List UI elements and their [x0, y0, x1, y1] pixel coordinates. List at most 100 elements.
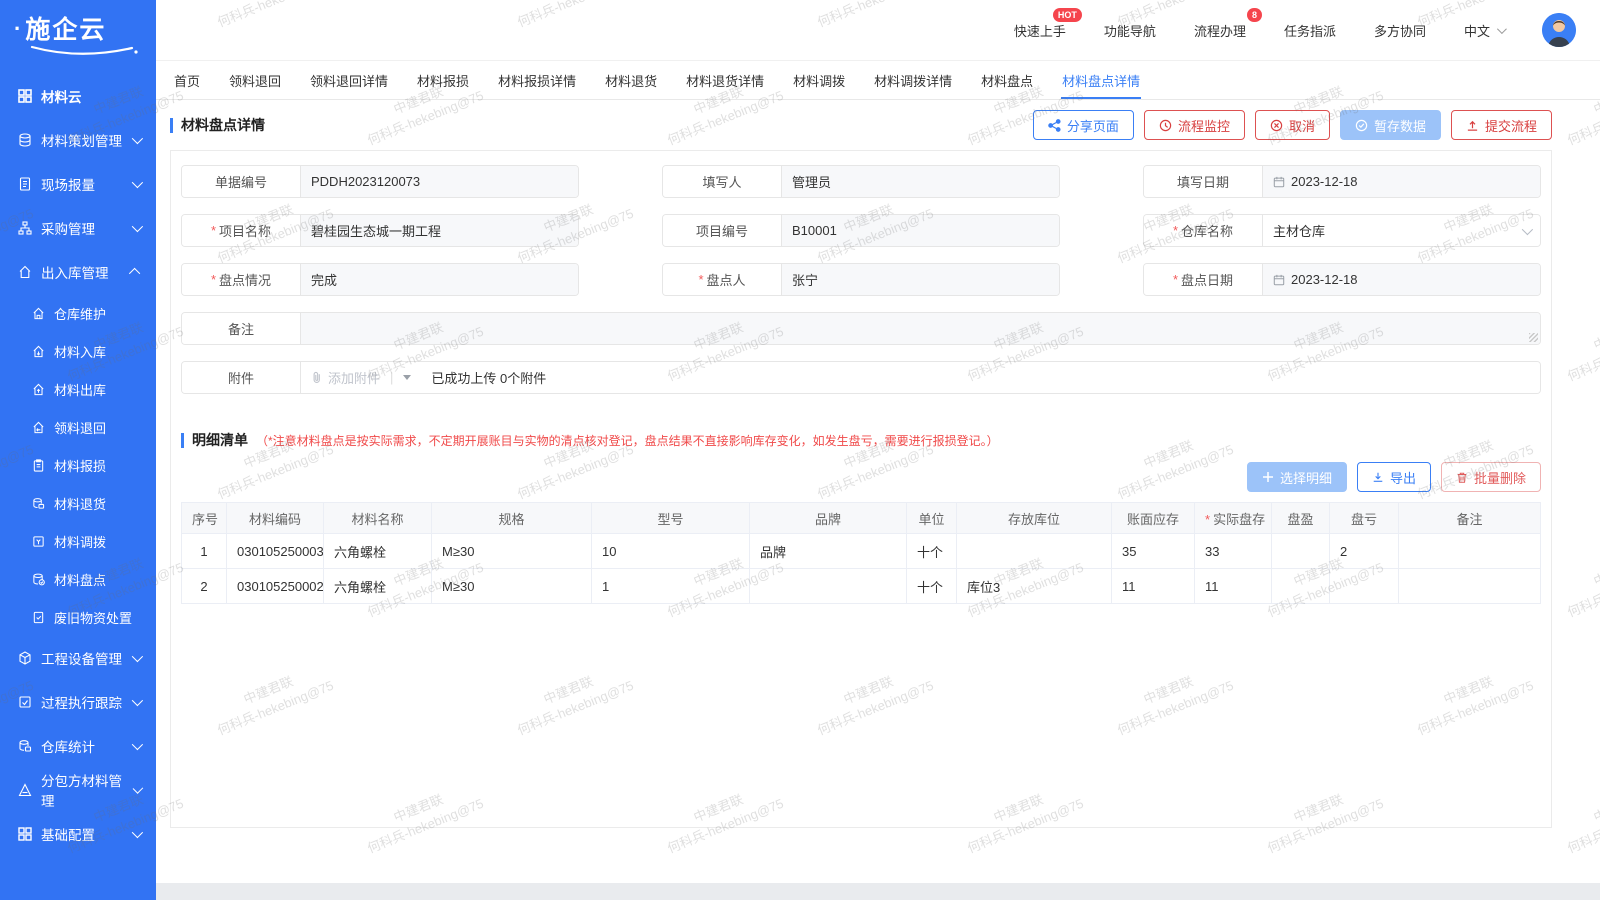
resize-handle[interactable] [1529, 333, 1538, 342]
app-logo: · 施企云 [0, 0, 156, 46]
language-selector[interactable]: 中文 [1464, 21, 1504, 40]
cell-surplus [1272, 534, 1330, 569]
batch-delete-button[interactable]: 批量删除 [1441, 462, 1541, 492]
button-label: 分享页面 [1067, 116, 1119, 135]
cell-actual-stock: 33 [1195, 534, 1272, 569]
project-code-input[interactable]: B10001 [782, 215, 1059, 246]
tab-material-damage-detail[interactable]: 材料报损详情 [497, 63, 577, 99]
field-label-text: 备注 [228, 319, 254, 338]
nav-quick-start[interactable]: 快速上手 HOT [1014, 21, 1066, 40]
tab-material-damage[interactable]: 材料报损 [416, 63, 470, 99]
paperclip-icon [311, 371, 323, 384]
cancel-button[interactable]: 取消 [1255, 110, 1330, 140]
caret-down-icon[interactable] [403, 375, 411, 380]
project-name-input[interactable]: 碧桂园生态城一期工程 [301, 215, 578, 246]
field-label: 填写日期 [1144, 166, 1263, 197]
sidebar-item-basic-config[interactable]: 基础配置 [0, 812, 156, 856]
sidebar-item-equipment[interactable]: 工程设备管理 [0, 636, 156, 680]
col-surplus: 盘盈 [1272, 503, 1330, 534]
nav-task-assign[interactable]: 任务指派 [1284, 21, 1336, 40]
table-header: 序号 材料编码 材料名称 规格 型号 品牌 单位 存放库位 账面应存 *实际盘存… [182, 503, 1541, 534]
tab-picking-return-detail[interactable]: 领料退回详情 [309, 63, 389, 99]
app-root: · 施企云 材料云 材料策划管理 [0, 0, 1600, 900]
warehouse-icon [18, 265, 32, 279]
chevron-down-icon [132, 221, 143, 232]
sidebar-item-material-damage[interactable]: 材料报损 [0, 446, 156, 484]
cell-brand [750, 569, 907, 604]
tab-material-transfer[interactable]: 材料调拨 [792, 63, 846, 99]
sidebar-item-inbound-outbound[interactable]: 出入库管理 [0, 250, 156, 294]
add-attachment-button[interactable]: 添加附件 [311, 368, 380, 387]
save-draft-button[interactable]: 暂存数据 [1340, 110, 1441, 140]
sidebar-item-waste-disposal[interactable]: 废旧物资处置 [0, 598, 156, 636]
sidebar-item-warehouse-maintenance[interactable]: 仓库维护 [0, 294, 156, 332]
calendar-icon [1273, 274, 1285, 286]
chevron-down-icon [132, 739, 143, 750]
col-shortage: 盘亏 [1330, 503, 1399, 534]
share-page-button[interactable]: 分享页面 [1033, 110, 1134, 140]
field-label-text: 项目编号 [696, 221, 748, 240]
sidebar-item-material-planning[interactable]: 材料策划管理 [0, 118, 156, 162]
warehouse-in-icon [32, 345, 45, 358]
cell-spec: M≥30 [432, 569, 592, 604]
page-title: 材料盘点详情 [170, 115, 265, 135]
sidebar-item-label: 废旧物资处置 [54, 608, 132, 627]
cell-material-name: 六角螺栓 [324, 569, 432, 604]
cell-spec: M≥30 [432, 534, 592, 569]
stocktake-date-input[interactable]: 2023-12-18 [1263, 264, 1540, 295]
remark-textarea[interactable] [301, 313, 1540, 344]
bottom-strip [156, 883, 1600, 900]
sidebar-item-material-stocktake[interactable]: 材料盘点 [0, 560, 156, 598]
sidebar-item-label: 现场报量 [41, 174, 95, 194]
sidebar-item-material-inbound[interactable]: 材料入库 [0, 332, 156, 370]
detail-list-title: 明细清单 [192, 430, 248, 450]
tab-material-stocktake[interactable]: 材料盘点 [980, 63, 1034, 99]
sidebar-item-material-transfer[interactable]: 材料调拨 [0, 522, 156, 560]
nav-feature-guide[interactable]: 功能导航 [1104, 21, 1156, 40]
field-label-text: 附件 [228, 368, 254, 387]
sidebar-item-label: 材料调拨 [54, 532, 106, 551]
tab-material-stocktake-detail[interactable]: 材料盘点详情 [1061, 63, 1141, 99]
filler-input[interactable]: 管理员 [782, 166, 1059, 197]
sidebar-item-process-tracking[interactable]: 过程执行跟踪 [0, 680, 156, 724]
table-row[interactable]: 1 030105250003 六角螺栓 M≥30 10 品牌 十个 35 33 … [182, 534, 1541, 569]
tab-material-return-detail[interactable]: 材料退货详情 [685, 63, 765, 99]
sidebar-item-warehouse-stats[interactable]: 仓库统计 [0, 724, 156, 768]
sidebar-item-material-return-goods[interactable]: 材料退货 [0, 484, 156, 522]
order-number-input[interactable]: PDDH2023120073 [301, 166, 578, 197]
field-value-text: 2023-12-18 [1291, 174, 1358, 189]
process-monitor-button[interactable]: 流程监控 [1144, 110, 1245, 140]
user-avatar[interactable] [1542, 13, 1576, 47]
col-seq: 序号 [182, 503, 227, 534]
submit-process-button[interactable]: 提交流程 [1451, 110, 1552, 140]
tab-material-return[interactable]: 材料退货 [604, 63, 658, 99]
sidebar-item-picking-return[interactable]: 领料退回 [0, 408, 156, 446]
sidebar-item-material-outbound[interactable]: 材料出库 [0, 370, 156, 408]
cell-book-stock: 11 [1112, 569, 1195, 604]
tab-picking-return[interactable]: 领料退回 [228, 63, 282, 99]
nav-collaboration[interactable]: 多方协同 [1374, 21, 1426, 40]
sidebar: · 施企云 材料云 材料策划管理 [0, 0, 156, 900]
select-detail-button[interactable]: 选择明细 [1247, 462, 1347, 492]
stocktake-status-input[interactable]: 完成 [301, 264, 578, 295]
triangle-icon [18, 783, 32, 797]
sidebar-item-subcontractor-material[interactable]: 分包方材料管理 [0, 768, 156, 812]
sidebar-item-procurement[interactable]: 采购管理 [0, 206, 156, 250]
fill-date-input[interactable]: 2023-12-18 [1263, 166, 1540, 197]
chevron-down-icon [132, 783, 143, 794]
col-brand: 品牌 [750, 503, 907, 534]
sidebar-item-site-measurement[interactable]: 现场报量 [0, 162, 156, 206]
export-button[interactable]: 导出 [1357, 462, 1431, 492]
sidebar-item-material-cloud[interactable]: 材料云 [0, 74, 156, 118]
stocktake-person-input[interactable]: 张宁 [782, 264, 1059, 295]
nav-process-handling[interactable]: 流程办理 8 [1194, 21, 1246, 40]
tab-material-transfer-detail[interactable]: 材料调拨详情 [873, 63, 953, 99]
tab-home[interactable]: 首页 [173, 63, 201, 99]
attachment-status-text: 已成功上传 0个附件 [431, 368, 546, 387]
table-row[interactable]: 2 030105250002 六角螺栓 M≥30 1 十个 库位3 11 11 [182, 569, 1541, 604]
field-value-text: 张宁 [792, 270, 818, 289]
detail-list-header: 明细清单 （*注意材料盘点是按实际需求，不定期开展账目与实物的清点核对登记，盘点… [181, 430, 1541, 450]
chevron-down-icon [1497, 24, 1507, 34]
doc-check-icon [32, 611, 45, 624]
warehouse-select[interactable]: 主材仓库 [1263, 215, 1540, 246]
